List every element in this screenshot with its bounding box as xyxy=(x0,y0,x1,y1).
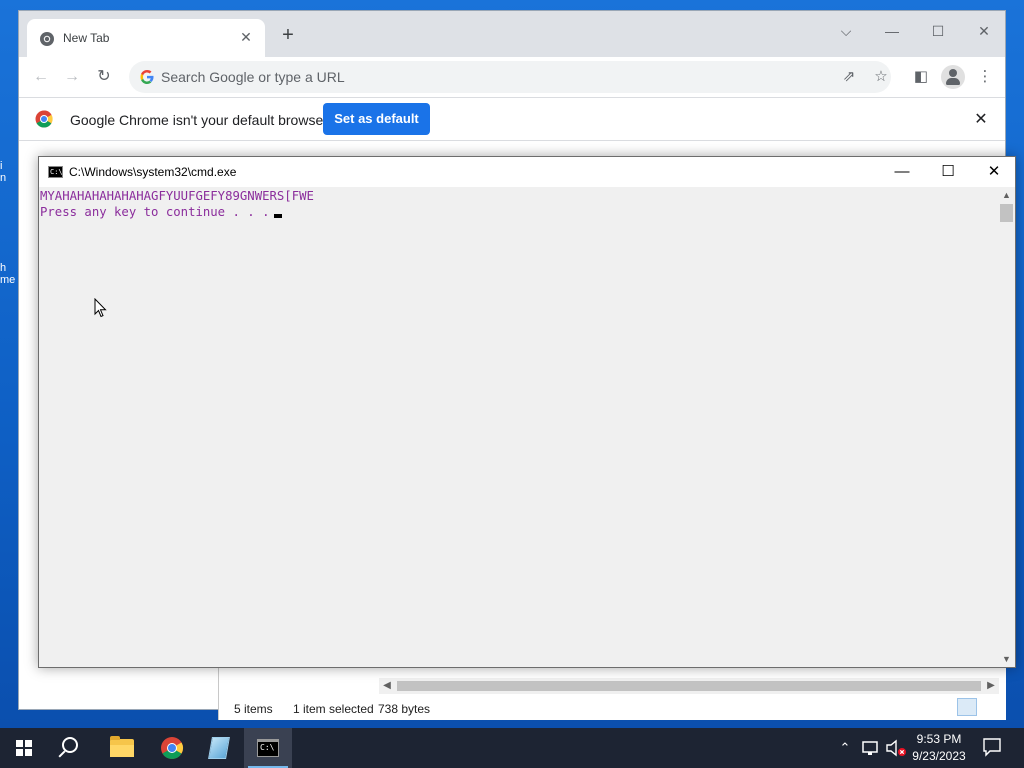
omnibox-placeholder: Search Google or type a URL xyxy=(161,69,345,85)
tab-title: New Tab xyxy=(63,31,110,45)
browser-toolbar: ← → ↻ Search Google or type a URL ⇗ ☆ ◧ … xyxy=(19,57,1005,97)
cmd-close-button[interactable]: ✕ xyxy=(971,157,1017,187)
status-selected: 1 item selected xyxy=(293,702,374,716)
mouse-pointer-icon xyxy=(94,298,107,318)
chrome-icon xyxy=(161,737,183,759)
volume-muted-icon[interactable] xyxy=(884,738,908,758)
desktop-icon-label-fragment[interactable]: i n xyxy=(0,160,18,184)
cmd-taskbar-button[interactable]: C:\ xyxy=(244,728,292,768)
minimize-button[interactable]: — xyxy=(877,17,907,45)
cmd-app-icon: C:\ xyxy=(48,166,63,178)
network-icon[interactable] xyxy=(860,738,882,758)
status-item-count: 5 items xyxy=(234,702,273,716)
profile-icon[interactable] xyxy=(941,65,965,89)
chrome-taskbar-button[interactable] xyxy=(148,728,196,768)
file-explorer-window: ◀ ▶ 5 items 1 item selected 738 bytes xyxy=(218,666,1006,720)
cmd-maximize-button[interactable]: ☐ xyxy=(925,157,971,187)
horizontal-scrollbar[interactable]: ◀ ▶ xyxy=(379,678,999,694)
console-line: MYAHAHAHAHAHAHAGFYUUFGEFY89GNWERS[FWE xyxy=(40,189,314,203)
chrome-favicon-icon xyxy=(40,32,54,46)
notepad-taskbar-button[interactable] xyxy=(196,728,244,768)
cmd-icon: C:\ xyxy=(257,739,279,757)
text-cursor xyxy=(273,214,282,218)
chrome-logo-icon xyxy=(35,110,53,128)
share-icon[interactable]: ⇗ xyxy=(839,67,859,87)
default-browser-infobar: Google Chrome isn't your default browser… xyxy=(19,97,1005,141)
google-g-icon xyxy=(140,70,154,84)
notification-center-icon[interactable] xyxy=(982,737,1002,757)
clock-time: 9:53 PM xyxy=(916,732,962,746)
scroll-down-icon[interactable]: ▼ xyxy=(998,651,1015,667)
scrollbar-thumb[interactable] xyxy=(397,681,981,691)
close-button[interactable]: ✕ xyxy=(969,17,999,45)
scrollbar-thumb[interactable] xyxy=(1000,204,1013,222)
console-line: Press any key to continue . . . xyxy=(40,205,270,219)
cmd-window: C:\ C:\Windows\system32\cmd.exe — ☐ ✕ MY… xyxy=(38,156,1016,668)
menu-dots-icon[interactable]: ⋮ xyxy=(973,65,997,89)
search-icon xyxy=(62,737,78,753)
console-output[interactable]: MYAHAHAHAHAHAHAGFYUUFGEFY89GNWERS[FWE Pre… xyxy=(39,187,999,667)
new-tab-button[interactable]: + xyxy=(277,25,299,47)
star-icon[interactable]: ☆ xyxy=(871,67,891,87)
reload-icon[interactable]: ↻ xyxy=(92,65,116,89)
forward-arrow-icon[interactable]: → xyxy=(60,65,84,89)
tray-chevron-icon[interactable]: ⌃ xyxy=(836,738,854,758)
vertical-scrollbar[interactable]: ▲ ▼ xyxy=(998,187,1015,667)
details-view-icon[interactable] xyxy=(957,698,977,716)
maximize-button[interactable]: ☐ xyxy=(923,17,953,45)
file-explorer-taskbar-button[interactable] xyxy=(98,728,146,768)
infobar-message: Google Chrome isn't your default browser xyxy=(70,112,328,128)
start-button[interactable] xyxy=(0,728,48,768)
tab-new-tab[interactable]: New Tab ✕ xyxy=(27,19,265,57)
tab-close-icon[interactable]: ✕ xyxy=(237,28,255,46)
scroll-left-icon[interactable]: ◀ xyxy=(379,678,395,694)
tab-strip: New Tab ✕ + ⌵ — ☐ ✕ xyxy=(19,11,1005,57)
search-button[interactable] xyxy=(48,728,96,768)
cmd-minimize-button[interactable]: — xyxy=(879,157,925,187)
infobar-close-icon[interactable]: ✕ xyxy=(971,110,991,130)
system-clock[interactable]: 9:53 PM 9/23/2023 xyxy=(906,731,972,765)
tab-search-dropdown-icon[interactable]: ⌵ xyxy=(831,17,861,45)
desktop-icon-label-fragment[interactable]: h me xyxy=(0,262,18,286)
taskbar: C:\ ⌃ 9:53 PM 9/23/2023 xyxy=(0,728,1024,768)
notepad-icon xyxy=(208,737,230,759)
scroll-right-icon[interactable]: ▶ xyxy=(983,678,999,694)
status-size: 738 bytes xyxy=(378,702,431,716)
back-arrow-icon[interactable]: ← xyxy=(29,65,53,89)
windows-logo-icon xyxy=(16,740,32,756)
cmd-window-title: C:\Windows\system32\cmd.exe xyxy=(69,165,237,179)
folder-icon xyxy=(110,736,134,757)
set-as-default-button[interactable]: Set as default xyxy=(323,103,430,135)
scroll-up-icon[interactable]: ▲ xyxy=(998,187,1015,203)
cmd-titlebar[interactable]: C:\ C:\Windows\system32\cmd.exe — ☐ ✕ xyxy=(39,157,1015,187)
omnibox[interactable]: Search Google or type a URL ⇗ ☆ xyxy=(129,61,891,93)
console-line-prompt: Press any key to continue . . . xyxy=(40,204,999,220)
side-panel-icon[interactable]: ◧ xyxy=(909,65,933,89)
large-icons-view-icon[interactable] xyxy=(979,698,999,716)
clock-date: 9/23/2023 xyxy=(912,749,966,763)
